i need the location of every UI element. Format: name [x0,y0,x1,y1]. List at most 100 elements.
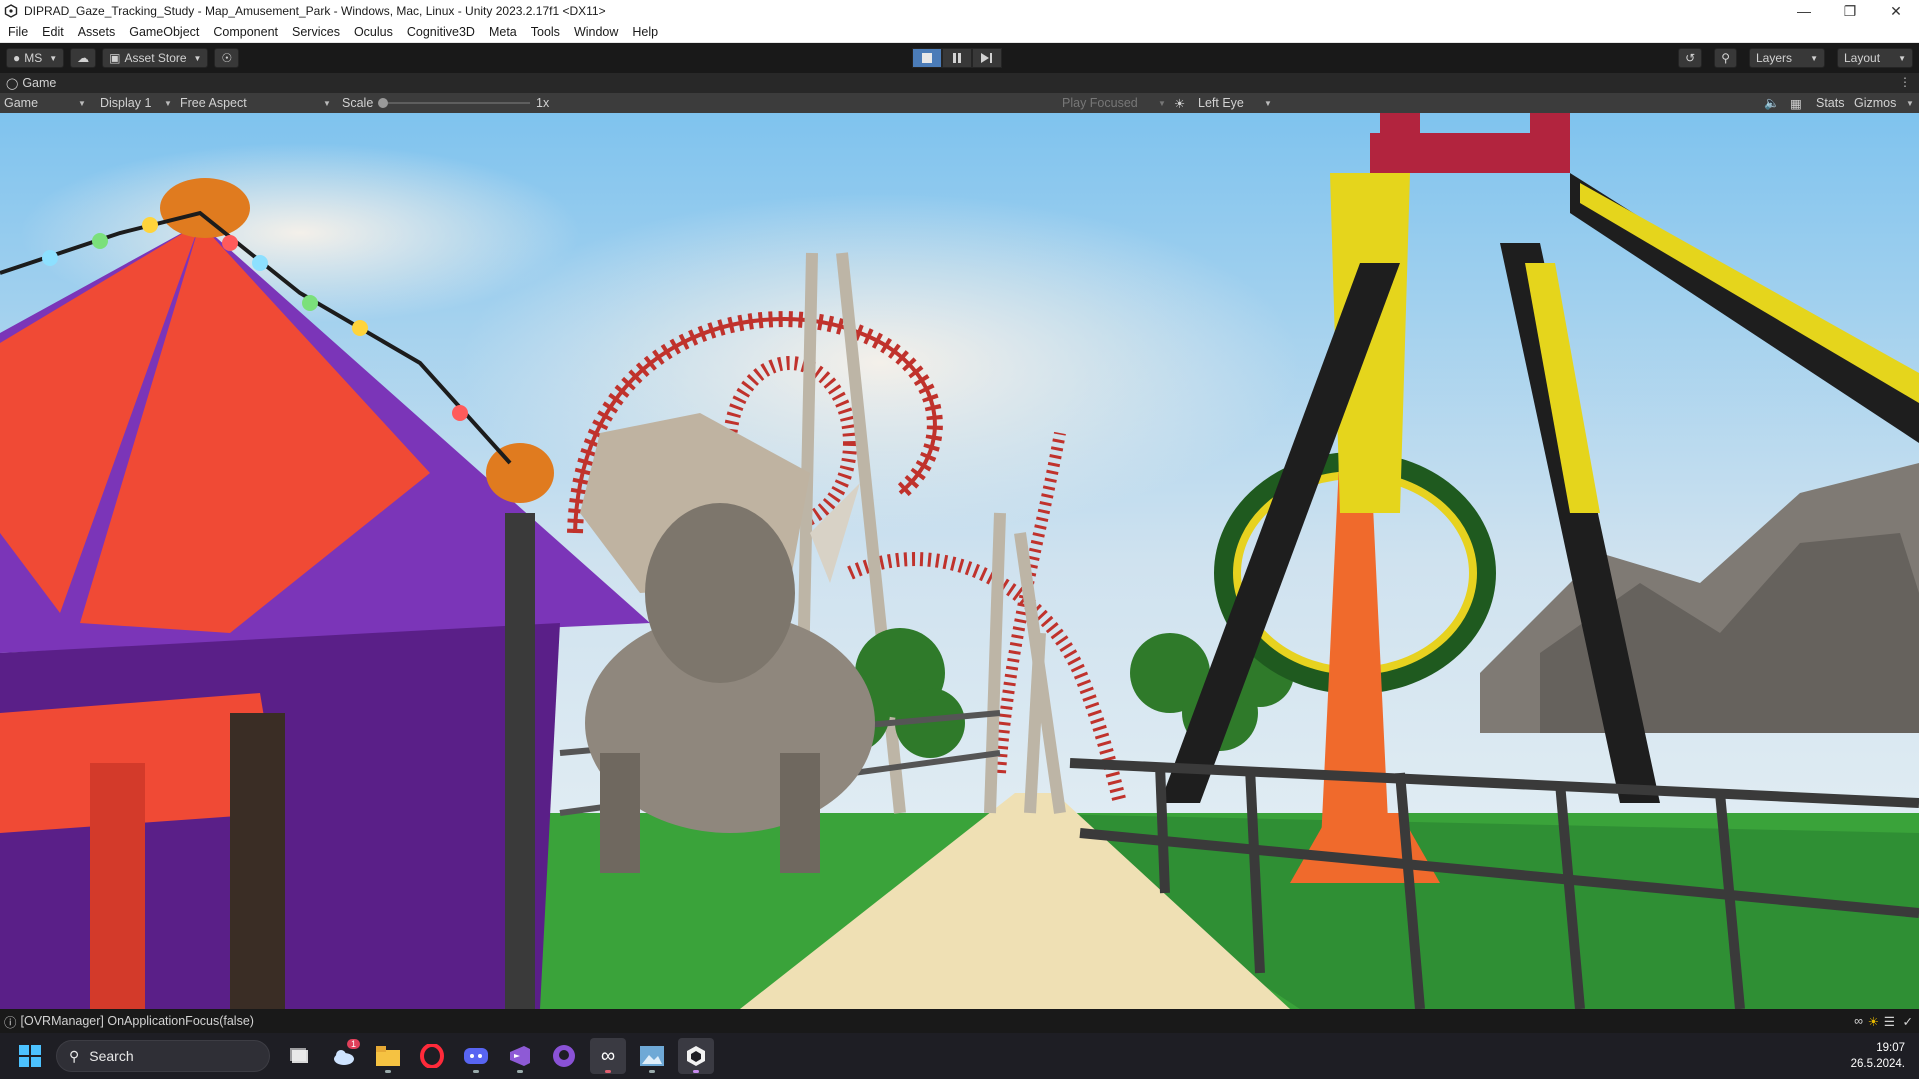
menu-tools[interactable]: Tools [524,22,567,42]
toolbar-right: ↺ ⚲ Layers ▼ Layout ▼ [1672,48,1913,68]
opera-icon[interactable] [414,1038,450,1074]
chevron-down-icon: ▼ [1158,99,1166,108]
shopping-bag-icon: ▣ [109,51,121,65]
visual-studio-icon[interactable] [502,1038,538,1074]
menu-services[interactable]: Services [285,22,347,42]
game-view-toolbar: Game ▼ Display 1 ▼ Free Aspect ▼ Scale 1… [0,93,1919,113]
step-button[interactable] [972,48,1002,68]
tab-game[interactable]: ◯ Game [0,73,62,93]
lighting-icon[interactable]: ☀ [1868,1014,1879,1029]
windows-logo-icon [19,1045,41,1067]
github-desktop-icon[interactable] [546,1038,582,1074]
layers-dropdown[interactable]: Layers ▼ [1749,48,1825,68]
menu-edit[interactable]: Edit [35,22,71,42]
cache-server-icon[interactable]: ☰ [1884,1014,1895,1029]
layout-label: Layout [1844,51,1881,65]
taskbar-search-input[interactable]: ⚲ Search [56,1040,270,1072]
menu-meta[interactable]: Meta [482,22,524,42]
more-options-icon[interactable]: ⋮ [1899,75,1911,89]
play-button[interactable] [912,48,942,68]
scale-label: Scale [342,96,374,110]
step-icon [981,53,992,63]
menu-gameobject[interactable]: GameObject [122,22,206,42]
package-button[interactable]: ☉ [214,48,240,68]
menu-window[interactable]: Window [567,22,625,42]
menu-cognitive3d[interactable]: Cognitive3D [400,22,482,42]
chevron-down-icon: ▼ [164,99,172,108]
oculus-icon[interactable]: ∞ [1854,1014,1863,1028]
search-button[interactable]: ⚲ [1714,48,1737,68]
cloud-icon: ☁ [77,51,90,65]
window-title: DIPRAD_Gaze_Tracking_Study - Map_Amuseme… [24,4,606,18]
menu-assets[interactable]: Assets [71,22,123,42]
pause-icon [953,53,961,63]
game-viewport[interactable] [0,113,1919,1009]
stats-button[interactable]: Stats [1816,93,1845,113]
menu-help[interactable]: Help [625,22,665,42]
minimize-icon[interactable]: — [1781,0,1827,22]
photos-icon[interactable] [634,1038,670,1074]
view-mode-dropdown[interactable]: Game [4,93,38,113]
asset-store-dropdown[interactable]: ▣ Asset Store ▼ [102,48,209,68]
menu-component[interactable]: Component [206,22,285,42]
menu-bar: File Edit Assets GameObject Component Se… [0,22,1919,43]
search-icon: ⚲ [1721,51,1730,65]
chevron-down-icon: ▼ [49,53,58,63]
cloud-button[interactable]: ☁ [70,48,97,68]
aspect-dropdown[interactable]: Free Aspect [180,93,247,113]
scale-slider-handle[interactable] [378,98,388,108]
start-icon[interactable] [12,1038,48,1074]
chevron-down-icon: ▼ [1898,53,1906,63]
close-icon[interactable]: ✕ [1873,0,1919,22]
weather-icon[interactable]: 1 [326,1038,362,1074]
play-focused-dropdown[interactable]: Play Focused [1062,93,1138,113]
account-dropdown[interactable]: ● MS ▼ [6,48,65,68]
discord-icon[interactable] [458,1038,494,1074]
clock-time: 19:07 [1876,1042,1905,1054]
chevron-down-icon: ▼ [1810,53,1818,63]
chevron-down-icon: ▼ [193,53,202,63]
search-icon: ⚲ [69,1047,80,1064]
chevron-down-icon: ▼ [1906,99,1914,108]
menu-oculus[interactable]: Oculus [347,22,400,42]
info-icon: ⓘ [4,1015,17,1030]
display-dropdown[interactable]: Display 1 [100,93,151,113]
os-taskbar: ⚲ Search 1 ∞ [0,1033,1919,1079]
account-icon: ● [13,51,21,65]
sun-icon[interactable]: ☀ [1174,93,1185,113]
pause-button[interactable] [942,48,972,68]
editor-tab-bar: ◯ Game [0,73,1919,93]
chevron-down-icon: ▼ [1264,99,1272,108]
grid-icon[interactable]: ▦ [1790,93,1802,113]
chevron-down-icon: ▼ [323,99,331,108]
history-icon: ↺ [1685,51,1696,65]
file-explorer-icon[interactable] [370,1038,406,1074]
unity-hub-icon[interactable] [678,1038,714,1074]
undo-history-button[interactable]: ↺ [1678,48,1703,68]
asset-store-label: Asset Store [124,51,187,65]
clock-date: 26.5.2024. [1850,1058,1905,1070]
tab-game-label: Game [22,76,57,90]
gamepad-icon: ◯ [6,77,19,90]
mute-audio-icon[interactable]: 🔈 [1764,93,1780,113]
maximize-icon[interactable]: ❐ [1827,0,1873,22]
system-clock[interactable]: 19:07 26.5.2024. [1851,1040,1905,1072]
layout-dropdown[interactable]: Layout ▼ [1837,48,1913,68]
weather-badge: 1 [346,1039,360,1049]
package-icon: ☉ [221,51,233,65]
menu-file[interactable]: File [0,22,35,42]
task-view-icon[interactable] [282,1038,318,1074]
chevron-down-icon: ▼ [78,99,86,108]
console-status-bar[interactable]: ⓘ [OVRManager] OnApplicationFocus(false)… [0,1009,1919,1033]
layers-label: Layers [1756,51,1793,65]
unity-logo-icon [4,4,18,18]
eye-dropdown[interactable]: Left Eye [1198,93,1244,113]
scale-value: 1x [536,96,550,110]
account-label: MS [24,51,43,65]
meta-quest-link-icon[interactable]: ∞ [590,1038,626,1074]
scale-slider-track[interactable] [384,102,530,104]
gizmos-button[interactable]: Gizmos [1854,93,1896,113]
status-message: [OVRManager] OnApplicationFocus(false) [20,1014,254,1028]
amusement-park-scene [0,113,1919,1009]
progress-icon[interactable]: ✓ [1903,1014,1913,1029]
